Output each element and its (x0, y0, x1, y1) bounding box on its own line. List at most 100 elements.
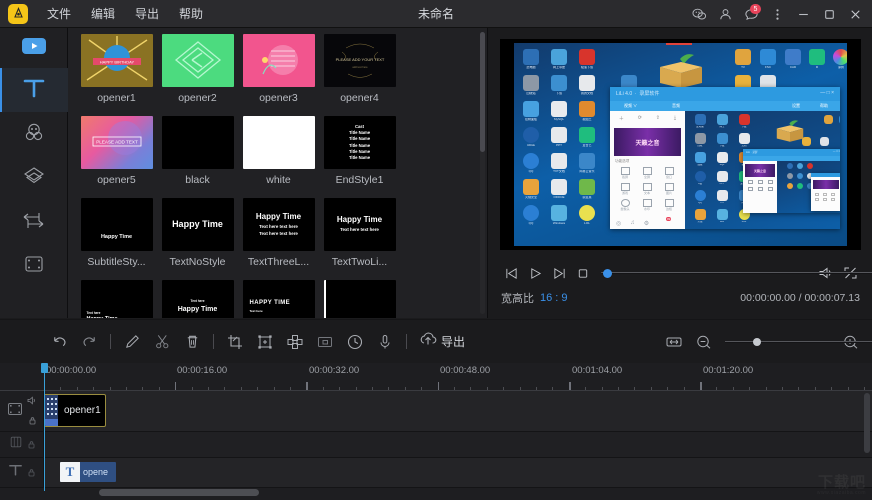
template-thumbnail[interactable]: YOUR TITLE HERE YOUR TITLE HERE (324, 280, 396, 318)
fit-to-window-icon (665, 334, 683, 350)
template-thumbnail[interactable]: Happy Time (81, 198, 153, 251)
speed-button[interactable] (340, 327, 370, 357)
toolbar-separator (406, 334, 407, 349)
text-template-library: HAPPY BIRTHDAY opener1 opener2 (68, 28, 488, 318)
list-item[interactable]: Text here Happy Time TitleStyle1 (76, 280, 157, 318)
list-item[interactable]: Text here Happy Time TitleStyle2 (157, 280, 238, 318)
close-icon[interactable] (842, 1, 868, 27)
previous-frame-button[interactable] (499, 262, 523, 284)
zoom-out-button[interactable] (689, 327, 719, 357)
account-icon[interactable] (712, 1, 738, 27)
template-thumbnail[interactable]: HAPPY BIRTHDAY (81, 34, 153, 87)
template-preview-title: Happy Time (178, 306, 218, 315)
template-thumbnail[interactable]: Happy Time Text here text here Text here… (243, 198, 315, 251)
template-thumbnail[interactable] (162, 116, 234, 169)
list-item[interactable]: Happy Time SubtitleSty... (76, 198, 157, 268)
crop-button[interactable] (220, 327, 250, 357)
timeline-horizontal-scrollbar[interactable] (44, 489, 856, 496)
pip-button[interactable] (310, 327, 340, 357)
timeline-panel: 00:00:00.00 00:00:16.00 00:00:32.00 00:0… (0, 363, 872, 500)
template-thumbnail[interactable]: PLEASE ADD YOUR TEXT add text here (324, 34, 396, 87)
next-frame-button[interactable] (547, 262, 571, 284)
undo-button[interactable] (44, 327, 74, 357)
timeline-zoom-slider[interactable] (725, 335, 830, 349)
menu-file[interactable]: 文件 (38, 2, 80, 25)
template-thumbnail[interactable]: Happy Time Text here text here (324, 198, 396, 251)
play-button[interactable] (523, 262, 547, 284)
mosaic-button[interactable] (280, 327, 310, 357)
video-track[interactable]: opener1 (0, 391, 872, 432)
timecode-display: 00:00:00.00 / 00:00:07.13 (740, 292, 860, 304)
list-item[interactable]: Happy Time Text here text here Text here… (238, 198, 319, 268)
menu-help[interactable]: 帮助 (170, 2, 212, 25)
timeline-zoom-knob[interactable] (753, 338, 761, 346)
timeline-ruler[interactable]: 00:00:00.00 00:00:16.00 00:00:32.00 00:0… (0, 363, 872, 391)
lock-icon[interactable] (28, 412, 37, 430)
lock-icon[interactable] (27, 436, 36, 454)
list-item[interactable]: PLEASE ADD TEXT opener5 (76, 116, 157, 186)
sticker-icon (22, 120, 46, 149)
template-thumbnail[interactable]: Happy Time (162, 198, 234, 251)
playhead[interactable] (44, 363, 45, 491)
video-clip[interactable]: opener1 (44, 394, 106, 427)
list-item[interactable]: HAPPY TIME Text here TitleStyle3 (238, 280, 319, 318)
menu-export[interactable]: 导出 (126, 2, 168, 25)
video-clip-area[interactable]: opener1 (44, 391, 872, 431)
menu-edit[interactable]: 编辑 (82, 2, 124, 25)
list-item[interactable]: Cast Title Name Title Name Title Name Ti… (319, 116, 400, 186)
sidebar-item-sticker[interactable] (0, 112, 68, 156)
voiceover-button[interactable] (370, 327, 400, 357)
video-play-icon (19, 35, 49, 62)
list-item[interactable]: HAPPY BIRTHDAY opener1 (76, 34, 157, 104)
scissors-icon (154, 333, 171, 350)
add-frame-button[interactable] (250, 327, 280, 357)
editor-toolbar: 导出 (0, 319, 872, 363)
minimize-icon[interactable] (790, 1, 816, 27)
template-thumbnail[interactable]: Text here Happy Time (81, 280, 153, 318)
template-thumbnail[interactable] (162, 34, 234, 87)
seek-knob[interactable] (603, 269, 612, 278)
fit-to-window-button[interactable] (659, 327, 689, 357)
wechat-icon[interactable] (686, 1, 712, 27)
text-clip-area[interactable]: T opene (44, 458, 872, 487)
list-item[interactable]: black (157, 116, 238, 186)
split-button[interactable] (147, 327, 177, 357)
stop-button[interactable] (571, 262, 595, 284)
redo-button[interactable] (74, 327, 104, 357)
edit-button[interactable] (117, 327, 147, 357)
list-item[interactable]: opener3 (238, 34, 319, 104)
list-item[interactable]: PLEASE ADD YOUR TEXT add text here opene… (319, 34, 400, 104)
text-clip[interactable]: T opene (60, 462, 116, 482)
template-thumbnail[interactable]: HAPPY TIME Text here (243, 280, 315, 318)
list-item[interactable]: Happy Time TextNoStyle (157, 198, 238, 268)
more-options-icon[interactable] (764, 1, 790, 27)
speaker-icon[interactable] (27, 392, 37, 410)
list-item[interactable]: white (238, 116, 319, 186)
template-thumbnail[interactable] (243, 34, 315, 87)
list-item[interactable]: opener2 (157, 34, 238, 104)
message-icon[interactable]: 5 (738, 1, 764, 27)
template-thumbnail[interactable]: PLEASE ADD TEXT (81, 116, 153, 169)
seek-slider[interactable] (601, 266, 808, 280)
template-thumbnail[interactable] (243, 116, 315, 169)
template-preview-text: Happy Time (172, 219, 223, 230)
pip-clip-area[interactable] (44, 432, 872, 457)
sidebar-item-text[interactable] (0, 68, 68, 112)
pip-track[interactable] (0, 432, 872, 458)
list-item[interactable]: Happy Time Text here text here TextTwoLi… (319, 198, 400, 268)
sidebar-item-effects[interactable] (0, 244, 68, 288)
list-item[interactable]: YOUR TITLE HERE YOUR TITLE HERE (319, 280, 400, 318)
template-thumbnail[interactable]: Cast Title Name Title Name Title Name Ti… (324, 116, 396, 169)
delete-button[interactable] (177, 327, 207, 357)
timeline-vertical-scrollbar[interactable] (864, 393, 870, 489)
export-button[interactable]: 导出 (413, 328, 471, 356)
sidebar-item-media[interactable] (0, 28, 68, 68)
library-scrollbar[interactable] (480, 32, 485, 314)
lock-icon[interactable] (27, 464, 36, 482)
maximize-icon[interactable] (816, 1, 842, 27)
text-track[interactable]: T opene (0, 458, 872, 488)
ruler-label: 00:01:04.00 (572, 365, 622, 376)
template-thumbnail[interactable]: Text here Happy Time (162, 280, 234, 318)
sidebar-item-transition[interactable] (0, 200, 68, 244)
sidebar-item-overlay[interactable] (0, 156, 68, 200)
